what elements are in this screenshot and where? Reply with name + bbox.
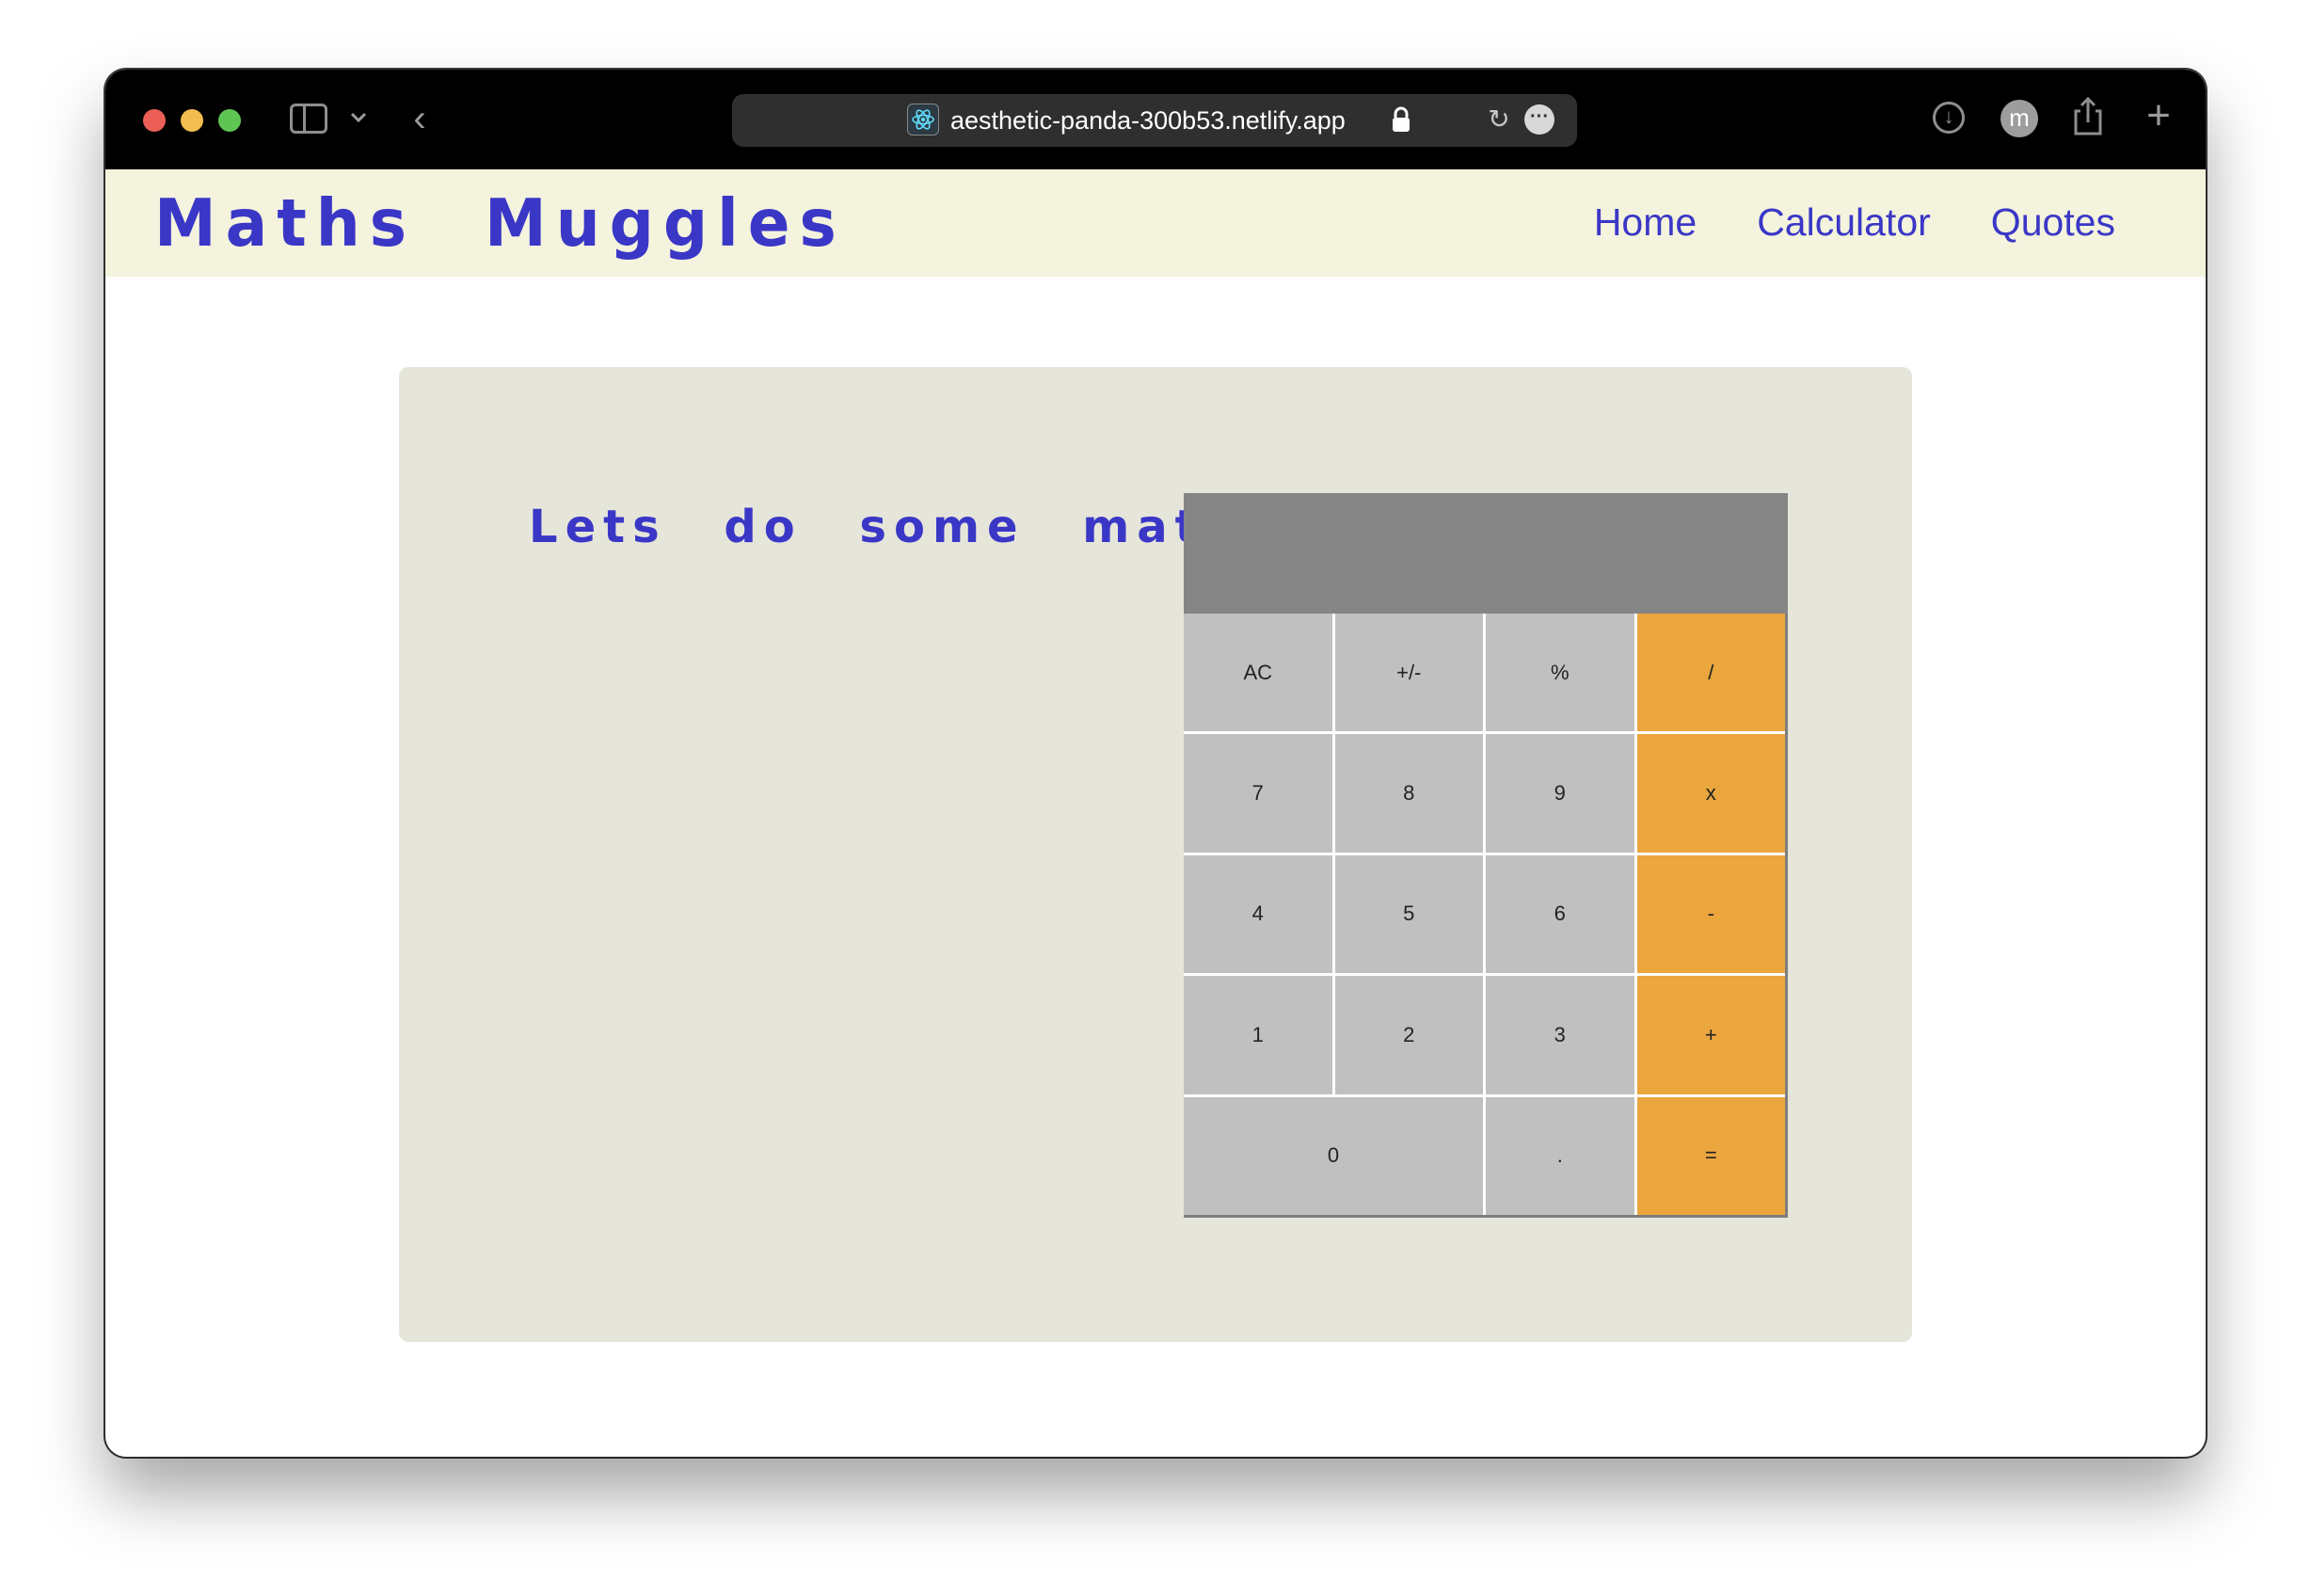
profile-avatar[interactable]: m	[2000, 100, 2038, 137]
chevron-down-icon[interactable]	[344, 104, 373, 132]
download-icon[interactable]: ↓	[1933, 102, 1965, 134]
calculator-keypad: AC +/- % / 7 8 9 x 4 5 6 - 1 2 3 + 0 . =	[1184, 614, 1788, 1218]
back-icon[interactable]: ‹	[401, 98, 438, 139]
key-decimal[interactable]: .	[1486, 1096, 1634, 1215]
url-text[interactable]: aesthetic-panda-300b53.netlify.app	[950, 106, 1346, 135]
key-6[interactable]: 6	[1486, 854, 1634, 974]
key-percent[interactable]: %	[1486, 614, 1634, 732]
key-0[interactable]: 0	[1184, 1096, 1483, 1215]
calculator: AC +/- % / 7 8 9 x 4 5 6 - 1 2 3 + 0 . =	[1184, 493, 1788, 1218]
key-multiply[interactable]: x	[1636, 734, 1785, 853]
browser-window: ‹ aesthetic-panda-300b53.netlify.app ↻ ·…	[105, 70, 2206, 1457]
lock-icon	[1391, 105, 1411, 134]
zoom-window-button[interactable]	[218, 109, 241, 132]
key-4[interactable]: 4	[1184, 854, 1332, 974]
key-divide[interactable]: /	[1636, 614, 1785, 732]
site-navbar: Maths Muggles Home Calculator Quotes	[105, 169, 2206, 277]
browser-toolbar: ‹ aesthetic-panda-300b53.netlify.app ↻ ·…	[105, 70, 2206, 169]
nav-link-quotes[interactable]: Quotes	[1991, 196, 2115, 248]
key-subtract[interactable]: -	[1636, 854, 1785, 974]
reload-icon[interactable]: ↻	[1485, 105, 1513, 134]
share-icon[interactable]	[2072, 96, 2104, 136]
minimize-window-button[interactable]	[181, 109, 203, 132]
address-bar[interactable]: aesthetic-panda-300b53.netlify.app ↻ ···	[732, 94, 1577, 147]
key-5[interactable]: 5	[1334, 854, 1483, 974]
key-2[interactable]: 2	[1334, 976, 1483, 1094]
react-atom-icon	[907, 104, 939, 136]
nav-link-home[interactable]: Home	[1594, 196, 1697, 248]
key-ac[interactable]: AC	[1184, 614, 1332, 732]
key-sign[interactable]: +/-	[1334, 614, 1483, 732]
sidebar-toggle-icon[interactable]	[290, 104, 327, 134]
calculator-panel: Lets do some maths!! AC +/- % / 7 8 9 x …	[399, 367, 1912, 1342]
key-3[interactable]: 3	[1486, 976, 1634, 1094]
key-8[interactable]: 8	[1334, 734, 1483, 853]
key-equals[interactable]: =	[1636, 1096, 1785, 1215]
new-tab-icon[interactable]: +	[2140, 94, 2177, 137]
screen: ‹ aesthetic-panda-300b53.netlify.app ↻ ·…	[0, 0, 2311, 1596]
more-options-icon[interactable]: ···	[1524, 104, 1554, 135]
nav-link-calculator[interactable]: Calculator	[1757, 196, 1931, 248]
site-logo[interactable]: Maths Muggles	[154, 184, 846, 263]
calculator-display	[1184, 493, 1788, 614]
close-window-button[interactable]	[143, 109, 166, 132]
key-7[interactable]: 7	[1184, 734, 1332, 853]
key-1[interactable]: 1	[1184, 976, 1332, 1094]
key-add[interactable]: +	[1636, 976, 1785, 1094]
nav-links: Home Calculator Quotes	[1594, 196, 2115, 248]
key-9[interactable]: 9	[1486, 734, 1634, 853]
